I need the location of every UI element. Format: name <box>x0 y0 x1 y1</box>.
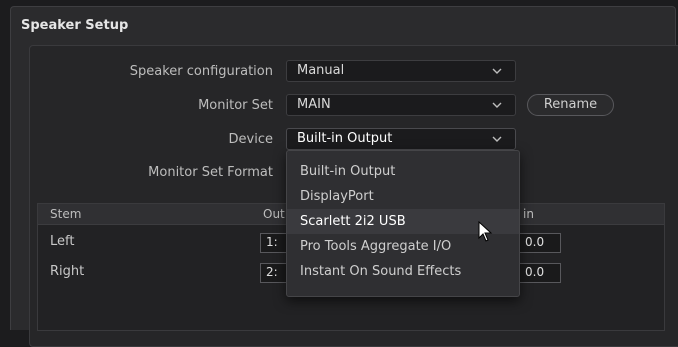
stem-name: Left <box>50 234 75 249</box>
rename-button[interactable]: Rename <box>527 94 614 116</box>
speaker-config-select[interactable]: Manual <box>286 60 516 82</box>
column-header-stem: Stem <box>50 207 82 221</box>
gain-field[interactable]: 0.0 <box>519 263 561 283</box>
monitor-set-format-label: Monitor Set Format <box>148 165 273 180</box>
device-label: Device <box>228 132 273 147</box>
mouse-pointer-icon <box>478 221 493 242</box>
device-value: Built-in Output <box>297 131 393 146</box>
monitor-set-select[interactable]: MAIN <box>286 94 516 116</box>
chevron-down-icon <box>492 136 502 142</box>
monitor-set-label: Monitor Set <box>198 98 273 113</box>
column-header-gain: in <box>523 207 534 221</box>
monitor-set-value: MAIN <box>297 97 331 112</box>
panel-title: Speaker Setup <box>21 18 129 33</box>
dropdown-option-displayport[interactable]: DisplayPort <box>287 184 519 209</box>
chevron-down-icon <box>492 102 502 108</box>
dropdown-option-built-in-output[interactable]: Built-in Output <box>287 159 519 184</box>
dropdown-option-instant-on-sound-effects[interactable]: Instant On Sound Effects <box>287 259 519 284</box>
speaker-config-value: Manual <box>297 63 345 78</box>
device-select[interactable]: Built-in Output <box>286 128 516 150</box>
column-header-out: Out <box>263 207 285 221</box>
gain-field[interactable]: 0.0 <box>519 233 561 253</box>
chevron-down-icon <box>492 68 502 74</box>
speaker-config-label: Speaker configuration <box>129 64 273 79</box>
stem-name: Right <box>50 264 85 279</box>
